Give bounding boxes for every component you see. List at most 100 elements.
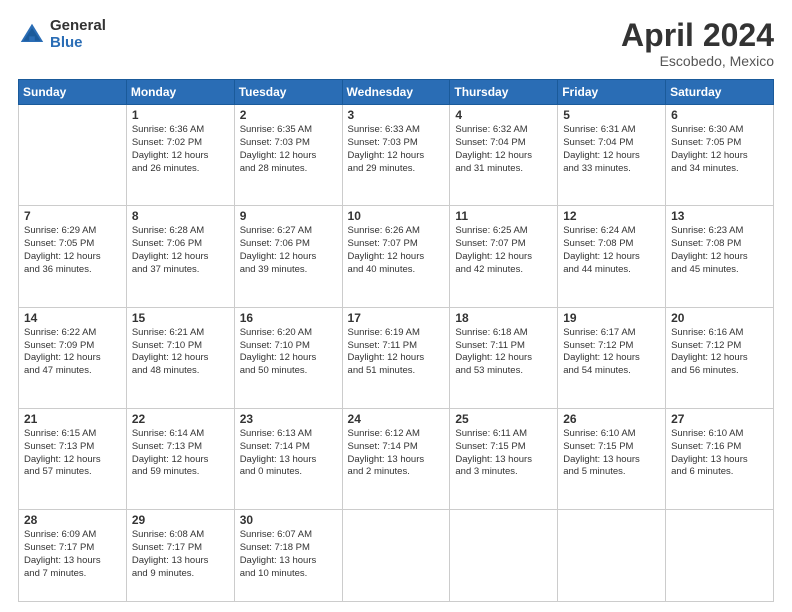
day-info: Sunrise: 6:24 AM Sunset: 7:08 PM Dayligh… [563, 225, 660, 276]
day-number: 27 [671, 412, 768, 426]
day-number: 18 [455, 311, 552, 325]
calendar-week-row: 7 Sunrise: 6:29 AM Sunset: 7:05 PM Daylig… [19, 206, 774, 307]
table-row: 20 Sunrise: 6:16 AM Sunset: 7:12 PM Dayli… [666, 307, 774, 408]
day-number: 20 [671, 311, 768, 325]
table-row: 27 Sunrise: 6:10 AM Sunset: 7:16 PM Dayli… [666, 408, 774, 509]
col-thursday: Thursday [450, 80, 558, 105]
day-info: Sunrise: 6:23 AM Sunset: 7:08 PM Dayligh… [671, 225, 768, 276]
day-number: 24 [348, 412, 445, 426]
table-row [450, 510, 558, 602]
col-sunday: Sunday [19, 80, 127, 105]
table-row: 3Sunrise: 6:33 AM Sunset: 7:03 PM Daylig… [342, 105, 450, 206]
table-row: 19Sunrise: 6:17 AM Sunset: 7:12 PM Dayli… [558, 307, 666, 408]
day-number: 15 [132, 311, 229, 325]
day-number: 13 [671, 209, 768, 223]
day-info: Sunrise: 6:15 AM Sunset: 7:13 PM Dayligh… [24, 428, 121, 479]
day-info: Sunrise: 6:14 AM Sunset: 7:13 PM Dayligh… [132, 428, 229, 479]
table-row: 17 Sunrise: 6:19 AM Sunset: 7:11 PM Dayli… [342, 307, 450, 408]
day-number: 16 [240, 311, 337, 325]
day-info: Sunrise: 6:16 AM Sunset: 7:12 PM Dayligh… [671, 327, 768, 378]
day-number: 14 [24, 311, 121, 325]
table-row: 21 Sunrise: 6:15 AM Sunset: 7:13 PM Dayli… [19, 408, 127, 509]
table-row: 11 Sunrise: 6:25 AM Sunset: 7:07 PM Dayli… [450, 206, 558, 307]
day-info: Sunrise: 6:29 AM Sunset: 7:05 PM Dayligh… [24, 225, 121, 276]
table-row [342, 510, 450, 602]
day-number: 10 [348, 209, 445, 223]
table-row: 12 Sunrise: 6:24 AM Sunset: 7:08 PM Dayli… [558, 206, 666, 307]
day-info: Sunrise: 6:28 AM Sunset: 7:06 PM Dayligh… [132, 225, 229, 276]
day-info: Sunrise: 6:08 AM Sunset: 7:17 PM Dayligh… [132, 529, 229, 580]
table-row: 10Sunrise: 6:26 AM Sunset: 7:07 PM Dayli… [342, 206, 450, 307]
logo: General Blue [18, 18, 106, 51]
table-row: 18 Sunrise: 6:18 AM Sunset: 7:11 PM Dayli… [450, 307, 558, 408]
day-number: 25 [455, 412, 552, 426]
table-row: 4Sunrise: 6:32 AM Sunset: 7:04 PM Daylig… [450, 105, 558, 206]
col-saturday: Saturday [666, 80, 774, 105]
day-number: 17 [348, 311, 445, 325]
day-number: 26 [563, 412, 660, 426]
table-row [19, 105, 127, 206]
table-row: 29 Sunrise: 6:08 AM Sunset: 7:17 PM Dayli… [126, 510, 234, 602]
day-info: Sunrise: 6:32 AM Sunset: 7:04 PM Dayligh… [455, 124, 552, 175]
table-row [666, 510, 774, 602]
day-info: Sunrise: 6:20 AM Sunset: 7:10 PM Dayligh… [240, 327, 337, 378]
day-info: Sunrise: 6:35 AM Sunset: 7:03 PM Dayligh… [240, 124, 337, 175]
calendar-table: Sunday Monday Tuesday Wednesday Thursday… [18, 79, 774, 602]
header: General Blue April 2024 Escobedo, Mexico [18, 18, 774, 69]
day-info: Sunrise: 6:10 AM Sunset: 7:15 PM Dayligh… [563, 428, 660, 479]
table-row: 2 Sunrise: 6:35 AM Sunset: 7:03 PM Daylig… [234, 105, 342, 206]
table-row: 13 Sunrise: 6:23 AM Sunset: 7:08 PM Dayli… [666, 206, 774, 307]
table-row: 25 Sunrise: 6:11 AM Sunset: 7:15 PM Dayli… [450, 408, 558, 509]
table-row: 5Sunrise: 6:31 AM Sunset: 7:04 PM Daylig… [558, 105, 666, 206]
day-info: Sunrise: 6:30 AM Sunset: 7:05 PM Dayligh… [671, 124, 768, 175]
day-number: 23 [240, 412, 337, 426]
day-number: 22 [132, 412, 229, 426]
day-number: 5 [563, 108, 660, 122]
table-row: 23Sunrise: 6:13 AM Sunset: 7:14 PM Dayli… [234, 408, 342, 509]
day-info: Sunrise: 6:36 AM Sunset: 7:02 PM Dayligh… [132, 124, 229, 175]
day-info: Sunrise: 6:11 AM Sunset: 7:15 PM Dayligh… [455, 428, 552, 479]
day-number: 9 [240, 209, 337, 223]
day-number: 19 [563, 311, 660, 325]
day-number: 7 [24, 209, 121, 223]
logo-icon [18, 21, 46, 49]
location-subtitle: Escobedo, Mexico [621, 53, 774, 69]
table-row: 28 Sunrise: 6:09 AM Sunset: 7:17 PM Dayli… [19, 510, 127, 602]
day-number: 6 [671, 108, 768, 122]
table-row: 14 Sunrise: 6:22 AM Sunset: 7:09 PM Dayli… [19, 307, 127, 408]
calendar-week-row: 14 Sunrise: 6:22 AM Sunset: 7:09 PM Dayli… [19, 307, 774, 408]
title-block: April 2024 Escobedo, Mexico [621, 18, 774, 69]
table-row: 9 Sunrise: 6:27 AM Sunset: 7:06 PM Daylig… [234, 206, 342, 307]
day-number: 2 [240, 108, 337, 122]
day-info: Sunrise: 6:18 AM Sunset: 7:11 PM Dayligh… [455, 327, 552, 378]
day-info: Sunrise: 6:12 AM Sunset: 7:14 PM Dayligh… [348, 428, 445, 479]
day-number: 29 [132, 513, 229, 527]
day-info: Sunrise: 6:22 AM Sunset: 7:09 PM Dayligh… [24, 327, 121, 378]
table-row: 8Sunrise: 6:28 AM Sunset: 7:06 PM Daylig… [126, 206, 234, 307]
day-number: 11 [455, 209, 552, 223]
day-info: Sunrise: 6:25 AM Sunset: 7:07 PM Dayligh… [455, 225, 552, 276]
table-row: 16 Sunrise: 6:20 AM Sunset: 7:10 PM Dayli… [234, 307, 342, 408]
day-number: 21 [24, 412, 121, 426]
day-info: Sunrise: 6:09 AM Sunset: 7:17 PM Dayligh… [24, 529, 121, 580]
month-title: April 2024 [621, 18, 774, 53]
col-wednesday: Wednesday [342, 80, 450, 105]
day-info: Sunrise: 6:27 AM Sunset: 7:06 PM Dayligh… [240, 225, 337, 276]
table-row: 6 Sunrise: 6:30 AM Sunset: 7:05 PM Daylig… [666, 105, 774, 206]
table-row: 24 Sunrise: 6:12 AM Sunset: 7:14 PM Dayli… [342, 408, 450, 509]
logo-general-text: General [50, 18, 106, 35]
day-info: Sunrise: 6:07 AM Sunset: 7:18 PM Dayligh… [240, 529, 337, 580]
day-info: Sunrise: 6:10 AM Sunset: 7:16 PM Dayligh… [671, 428, 768, 479]
day-number: 1 [132, 108, 229, 122]
table-row: 15 Sunrise: 6:21 AM Sunset: 7:10 PM Dayli… [126, 307, 234, 408]
col-monday: Monday [126, 80, 234, 105]
day-info: Sunrise: 6:19 AM Sunset: 7:11 PM Dayligh… [348, 327, 445, 378]
day-number: 30 [240, 513, 337, 527]
day-number: 28 [24, 513, 121, 527]
day-number: 12 [563, 209, 660, 223]
day-info: Sunrise: 6:21 AM Sunset: 7:10 PM Dayligh… [132, 327, 229, 378]
logo-text: General Blue [50, 18, 106, 51]
table-row [558, 510, 666, 602]
col-tuesday: Tuesday [234, 80, 342, 105]
calendar-week-row: 28 Sunrise: 6:09 AM Sunset: 7:17 PM Dayli… [19, 510, 774, 602]
